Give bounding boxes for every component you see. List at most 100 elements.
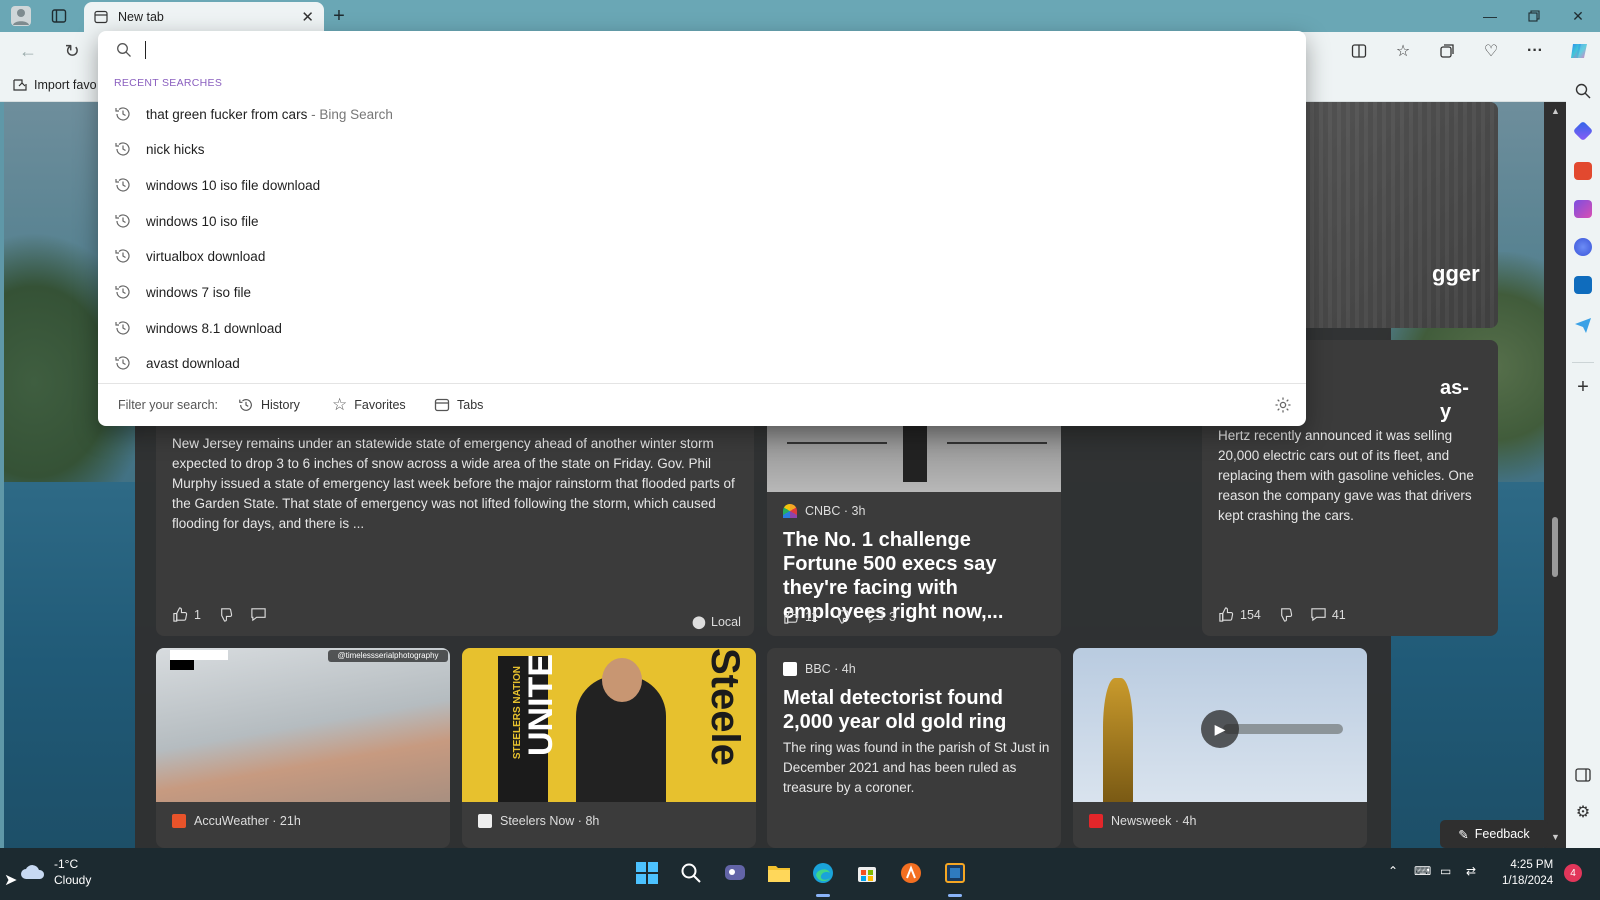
- image-text-2: Steele: [703, 648, 747, 766]
- search-settings-button[interactable]: [1274, 396, 1292, 417]
- scroll-thumb[interactable]: [1552, 517, 1558, 577]
- favorites-button[interactable]: ☆: [1388, 38, 1418, 64]
- feedback-label: Feedback: [1474, 827, 1530, 841]
- comment-button[interactable]: [250, 606, 267, 623]
- search-icon: [681, 863, 701, 883]
- sidebar-shopping-icon[interactable]: [1572, 120, 1594, 142]
- scroll-up-icon[interactable]: ▲: [1551, 106, 1560, 116]
- sidebar-send-button[interactable]: [1574, 316, 1592, 334]
- settings-more-button[interactable]: ···: [1520, 38, 1550, 64]
- collections-button[interactable]: [1432, 38, 1462, 64]
- taskbar-edge[interactable]: [808, 858, 838, 888]
- suggestion-item[interactable]: avast download: [98, 346, 1306, 381]
- taskbar-file-explorer[interactable]: [764, 858, 794, 888]
- play-video-button[interactable]: ▶: [1201, 710, 1239, 748]
- filter-tabs-button[interactable]: Tabs: [434, 397, 483, 413]
- taskbar-avast[interactable]: [896, 858, 926, 888]
- comment-button[interactable]: 3: [867, 608, 896, 625]
- import-favorites-label: Import favo: [34, 78, 97, 92]
- display-tray-button[interactable]: ▭: [1440, 864, 1451, 878]
- import-favorites-button[interactable]: Import favo: [12, 77, 97, 93]
- suggestion-text: avast download: [146, 356, 240, 371]
- sidebar-tools-icon[interactable]: [1574, 162, 1592, 180]
- sidebar-divider: [1572, 362, 1594, 363]
- back-button[interactable]: ←: [14, 38, 42, 64]
- gear-icon: [1275, 397, 1291, 413]
- weather-temperature: -1°C: [54, 857, 79, 871]
- news-card-cnbc[interactable]: CNBC · 3h The No. 1 challenge Fortune 50…: [767, 402, 1061, 636]
- suggestion-item[interactable]: windows 8.1 download: [98, 311, 1306, 346]
- news-card-new-jersey[interactable]: New Jersey remains under an statewide st…: [156, 402, 754, 636]
- like-button[interactable]: 1: [172, 606, 201, 623]
- news-card-accuweather[interactable]: @timelessserialphotography AccuWeather ·…: [156, 648, 450, 848]
- news-card-newsweek[interactable]: ▶ Newsweek · 4h: [1073, 648, 1367, 848]
- suggestion-text: windows 10 iso file: [146, 214, 259, 229]
- taskbar-teams-chat[interactable]: [720, 858, 750, 888]
- card-headline[interactable]: Metal detectorist found 2,000 year old g…: [783, 686, 1049, 734]
- filter-favorites-button[interactable]: ☆ Favorites: [332, 395, 406, 415]
- filter-history-label: History: [261, 398, 300, 412]
- sidebar-outlook-icon[interactable]: [1574, 276, 1592, 294]
- split-screen-button[interactable]: [1344, 38, 1374, 64]
- suggestion-item[interactable]: windows 7 iso file: [98, 275, 1306, 310]
- sidebar-hide-button[interactable]: [1574, 766, 1592, 784]
- card-actions: 154 41: [1218, 606, 1346, 623]
- taskbar-clock[interactable]: 4:25 PM 1/18/2024: [1502, 857, 1553, 889]
- page-scrollbar[interactable]: ▲ ▼: [1544, 102, 1566, 848]
- profile-avatar[interactable]: [8, 4, 34, 28]
- thumbs-down-icon: [1281, 608, 1293, 622]
- taskbar-virtualbox[interactable]: [940, 858, 970, 888]
- suggestion-text: virtualbox download: [146, 249, 266, 264]
- sidebar-settings-button[interactable]: ⚙: [1574, 804, 1592, 822]
- comment-count: 3: [888, 609, 896, 624]
- dislike-button[interactable]: [217, 606, 234, 623]
- address-search-input[interactable]: [142, 37, 1282, 63]
- search-filter-bar: Filter your search: History ☆ Favorites …: [98, 383, 1306, 426]
- sidebar-copilot-icon[interactable]: [1574, 238, 1592, 256]
- new-tab-button[interactable]: +: [326, 4, 352, 28]
- dislike-button[interactable]: [834, 608, 851, 625]
- comment-icon: [1311, 608, 1326, 622]
- refresh-button[interactable]: ↻: [58, 38, 86, 64]
- close-tab-icon[interactable]: ✕: [301, 8, 314, 26]
- close-icon: ✕: [1572, 7, 1584, 24]
- network-tray-button[interactable]: ⇄: [1466, 864, 1476, 878]
- thumbs-down-icon: [221, 608, 233, 622]
- sidebar-games-icon[interactable]: [1574, 200, 1592, 218]
- close-window-button[interactable]: ✕: [1556, 0, 1600, 32]
- news-card-bbc[interactable]: BBC · 4h Metal detectorist found 2,000 y…: [767, 648, 1061, 848]
- location-tag[interactable]: ⬤ Local: [692, 614, 741, 630]
- filter-history-button[interactable]: History: [238, 397, 300, 413]
- comment-button[interactable]: 41: [1310, 606, 1346, 623]
- minimize-button[interactable]: —: [1468, 0, 1512, 32]
- dislike-button[interactable]: [1277, 606, 1294, 623]
- tab-new-tab[interactable]: New tab ✕: [84, 2, 324, 32]
- keyboard-tray-button[interactable]: ⌨: [1414, 864, 1431, 878]
- suggestion-item[interactable]: windows 10 iso file download: [98, 168, 1306, 203]
- suggestion-item[interactable]: that green fucker from cars - Bing Searc…: [98, 97, 1306, 132]
- copilot-button[interactable]: [1564, 38, 1594, 64]
- card-actions: 11 3: [783, 608, 896, 625]
- clock-time: 4:25 PM: [1510, 859, 1554, 871]
- tabs-icon: [434, 398, 450, 412]
- sidebar-add-button[interactable]: +: [1574, 377, 1592, 397]
- suggestion-item[interactable]: virtualbox download: [98, 239, 1306, 274]
- start-button[interactable]: [632, 858, 662, 888]
- weather-widget[interactable]: -1°C Cloudy: [20, 856, 91, 888]
- taskbar-store[interactable]: [852, 858, 882, 888]
- notification-badge[interactable]: 4: [1564, 864, 1582, 882]
- show-hidden-icons-button[interactable]: ⌃: [1388, 864, 1398, 878]
- taskbar-search-button[interactable]: [676, 858, 706, 888]
- suggestion-text: nick hicks: [146, 142, 205, 157]
- suggestion-item[interactable]: windows 10 iso file: [98, 204, 1306, 239]
- like-button[interactable]: 11: [783, 608, 818, 625]
- feedback-button[interactable]: ✎ Feedback: [1440, 820, 1548, 848]
- browser-essentials-button[interactable]: ♡: [1476, 38, 1506, 64]
- tab-actions-button[interactable]: [46, 4, 72, 28]
- restore-button[interactable]: [1512, 0, 1556, 32]
- news-card-steelers[interactable]: STEELERS NATION UNITE Steele Steelers No…: [462, 648, 756, 848]
- scroll-down-icon[interactable]: ▼: [1551, 832, 1560, 842]
- like-button[interactable]: 154: [1218, 606, 1261, 623]
- sidebar-search-button[interactable]: [1574, 82, 1592, 100]
- suggestion-item[interactable]: nick hicks: [98, 132, 1306, 167]
